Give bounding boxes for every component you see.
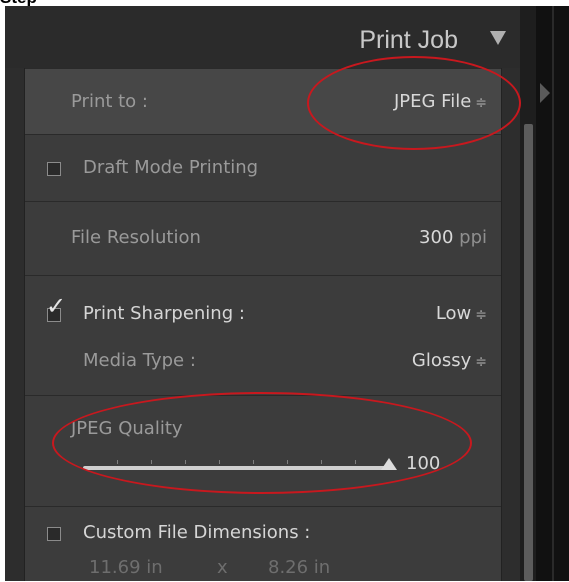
file-resolution-value: 300 [419,227,454,248]
panel-title: Print Job [359,26,458,54]
custom-dimensions-checkbox[interactable] [47,527,61,541]
scrollbar-thumb[interactable] [524,124,533,581]
updown-arrows-icon: ≑ [475,307,487,323]
print-sharpening-dropdown[interactable]: Low ≑ [436,303,487,324]
sharpening-section: ✓ Print Sharpening : Low ≑ Media Type : G… [25,275,501,396]
custom-width-field[interactable]: 11.69 in [89,557,163,578]
file-resolution-field[interactable]: 300 ppi [419,227,487,248]
media-type-dropdown[interactable]: Glossy ≑ [412,350,487,371]
collapse-triangle-icon[interactable] [490,31,506,45]
media-type-label: Media Type : [83,350,196,371]
print-sharpening-label: Print Sharpening : [83,303,245,324]
updown-arrows-icon: ≑ [475,354,487,370]
expand-triangle-right-icon[interactable] [540,83,550,103]
file-resolution-section: File Resolution 300 ppi [25,201,501,276]
custom-height-field[interactable]: 8.26 in [268,557,330,578]
checkmark-icon: ✓ [46,292,67,320]
right-divider [552,6,554,581]
custom-dimensions-section: Custom File Dimensions : 11.69 in x 8.26… [25,506,501,582]
media-type-value: Glossy [411,350,472,371]
print-sharpening-value: Low [435,303,472,324]
highlight-ellipse-print-to [307,56,521,150]
print-to-label: Print to : [71,91,148,112]
draft-mode-label: Draft Mode Printing [83,157,259,178]
file-resolution-label: File Resolution [71,227,201,248]
draft-mode-checkbox[interactable] [47,162,61,176]
highlight-ellipse-jpeg-quality [52,392,472,494]
dimension-separator: x [217,557,228,578]
file-resolution-unit: ppi [459,227,487,248]
custom-dimensions-label: Custom File Dimensions : [83,522,311,543]
